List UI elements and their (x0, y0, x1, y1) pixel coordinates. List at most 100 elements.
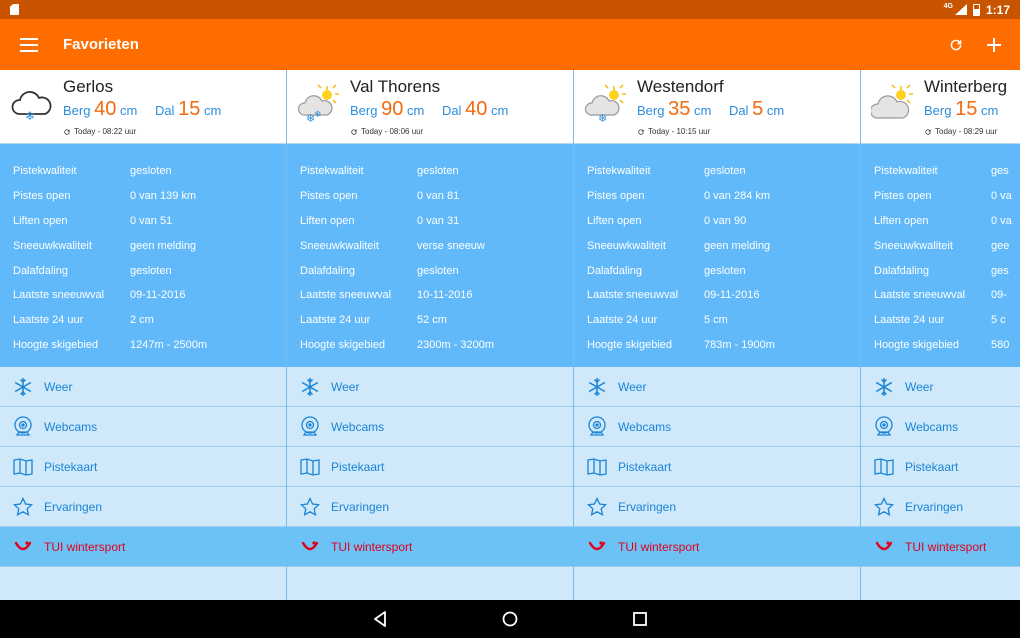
webcam-icon (588, 415, 606, 436)
unit-label: cm (693, 103, 712, 118)
link-tui-wintersport[interactable]: TUI wintersport (861, 527, 1020, 567)
snow-depth: Berg 90 cm Dal 40 cm (350, 98, 508, 121)
resort-name: Val Thorens (350, 77, 441, 96)
link-pistekaart[interactable]: Pistekaart (0, 447, 286, 487)
link-webcams[interactable]: Webcams (0, 407, 286, 447)
stat-label: Hoogte skigebied (13, 338, 99, 351)
add-favorite-button[interactable] (975, 19, 1013, 70)
resort-card[interactable]: ❄ Westendorf Berg 35 cm Dal 5 cm Today -… (574, 70, 861, 600)
star-icon (13, 496, 33, 516)
stat-value: verse sneeuw (417, 239, 485, 252)
home-button[interactable] (495, 604, 525, 634)
link-weer[interactable]: Weer (287, 367, 573, 407)
link-webcams[interactable]: Webcams (574, 407, 860, 447)
resort-card[interactable]: ❄ Gerlos Berg 40 cm Dal 15 cm Today - 08… (0, 70, 287, 600)
link-pistekaart[interactable]: Pistekaart (861, 447, 1020, 487)
link-weer[interactable]: Weer (574, 367, 860, 407)
stat-value: 0 van 81 (417, 190, 460, 203)
link-ervaringen[interactable]: Ervaringen (287, 487, 573, 527)
link-weer[interactable]: Weer (0, 367, 286, 407)
stat-value: 5 c (991, 314, 1006, 327)
refresh-button[interactable] (937, 19, 975, 70)
link-ervaringen[interactable]: Ervaringen (574, 487, 860, 527)
last-updated: Today - 10:15 uur (637, 127, 710, 136)
stat-value: 0 va (991, 214, 1012, 227)
link-ervaringen[interactable]: Ervaringen (0, 487, 286, 527)
stat-label: Laatste sneeuwval (587, 289, 679, 302)
stat-value: ges (991, 165, 1009, 178)
link-label: TUI wintersport (44, 539, 126, 554)
resort-card-header[interactable]: Winterberg Berg 15 cm Today - 08:29 uur (861, 70, 1020, 144)
sync-icon (925, 128, 931, 135)
unit-label: cm (203, 103, 222, 118)
map-icon (300, 457, 320, 476)
stat-value: gesloten (417, 264, 459, 277)
stat-row: Laatste 24 uur 5 c (861, 308, 1020, 333)
sun-cloud-icon (871, 84, 913, 119)
updated-text: Today - 08:22 uur (74, 127, 137, 136)
snowflake-icon (875, 377, 893, 396)
stat-label: Pistes open (300, 190, 358, 203)
resort-card[interactable]: ❄ ❄ Val Thorens Berg 90 cm Dal 40 cm Tod… (287, 70, 574, 600)
stat-label: Laatste sneeuwval (874, 289, 966, 302)
map-icon (874, 457, 894, 476)
stat-value: 0 van 51 (130, 214, 173, 227)
link-pistekaart[interactable]: Pistekaart (574, 447, 860, 487)
favorites-list[interactable]: ❄ Gerlos Berg 40 cm Dal 15 cm Today - 08… (0, 70, 1020, 600)
stat-row: Pistekwaliteit ges (861, 159, 1020, 184)
dal-label: Dal (154, 103, 175, 118)
snowflake-icon (588, 377, 606, 396)
link-tui-wintersport[interactable]: TUI wintersport (0, 527, 286, 567)
stat-row: Pistes open 0 va (861, 184, 1020, 209)
sync-icon (638, 128, 644, 135)
link-pistekaart[interactable]: Pistekaart (287, 447, 573, 487)
resort-card-header[interactable]: ❄ ❄ Val Thorens Berg 90 cm Dal 40 cm Tod… (287, 70, 573, 144)
unit-label: cm (766, 103, 785, 118)
stat-label: Sneeuwkwaliteit (587, 239, 666, 252)
stat-row: Pistes open 0 van 81 (287, 184, 573, 209)
stat-label: Dalafdaling (300, 264, 356, 277)
link-label: Pistekaart (618, 459, 672, 474)
recents-button[interactable] (625, 604, 655, 634)
link-ervaringen[interactable]: Ervaringen (861, 487, 1020, 527)
unit-label: cm (406, 103, 425, 118)
link-tui-wintersport[interactable]: TUI wintersport (574, 527, 860, 567)
stat-value: 09- (991, 289, 1007, 302)
resort-name: Winterberg (924, 77, 1008, 96)
resort-card-header[interactable]: ❄ Gerlos Berg 40 cm Dal 15 cm Today - 08… (0, 70, 286, 144)
link-label: Webcams (618, 419, 672, 434)
link-webcams[interactable]: Webcams (287, 407, 573, 447)
last-updated: Today - 08:29 uur (924, 127, 997, 136)
resort-card-header[interactable]: ❄ Westendorf Berg 35 cm Dal 5 cm Today -… (574, 70, 860, 144)
stat-row: Dalafdaling gesloten (0, 258, 286, 283)
back-button[interactable] (365, 604, 395, 634)
stat-value: gesloten (130, 165, 172, 178)
tui-logo-icon (875, 540, 893, 550)
stat-label: Dalafdaling (587, 264, 643, 277)
stat-value: ges (991, 264, 1009, 277)
recents-square-icon (633, 612, 647, 626)
berg-label: Berg (637, 103, 665, 118)
snowflake-icon (301, 377, 319, 396)
link-webcams[interactable]: Webcams (861, 407, 1020, 447)
link-label: Pistekaart (905, 459, 959, 474)
berg-value: 40 (94, 98, 117, 120)
stat-value: gee (991, 239, 1010, 252)
link-label: Ervaringen (331, 499, 390, 514)
link-weer[interactable]: Weer (861, 367, 1020, 407)
stat-row: Pistekwaliteit gesloten (287, 159, 573, 184)
sun-cloud-snow-icon: ❄ ❄ (297, 84, 339, 124)
stat-row: Laatste sneeuwval 09-11-2016 (0, 283, 286, 308)
stat-value: 0 van 31 (417, 214, 460, 227)
unit-label: cm (490, 103, 509, 118)
stat-row: Pistekwaliteit gesloten (0, 159, 286, 184)
resort-card[interactable]: Winterberg Berg 15 cm Today - 08:29 uur … (861, 70, 1020, 600)
resort-links: Weer Webcams Pistekaart Ervaringen TUI w… (574, 367, 860, 567)
hamburger-icon (20, 37, 38, 52)
dal-label: Dal (728, 103, 749, 118)
link-tui-wintersport[interactable]: TUI wintersport (287, 527, 573, 567)
stat-label: Dalafdaling (874, 264, 930, 277)
menu-button[interactable] (0, 19, 58, 70)
stat-row: Laatste 24 uur 5 cm (574, 308, 860, 333)
resort-links: Weer Webcams Pistekaart Ervaringen TUI w… (861, 367, 1020, 567)
